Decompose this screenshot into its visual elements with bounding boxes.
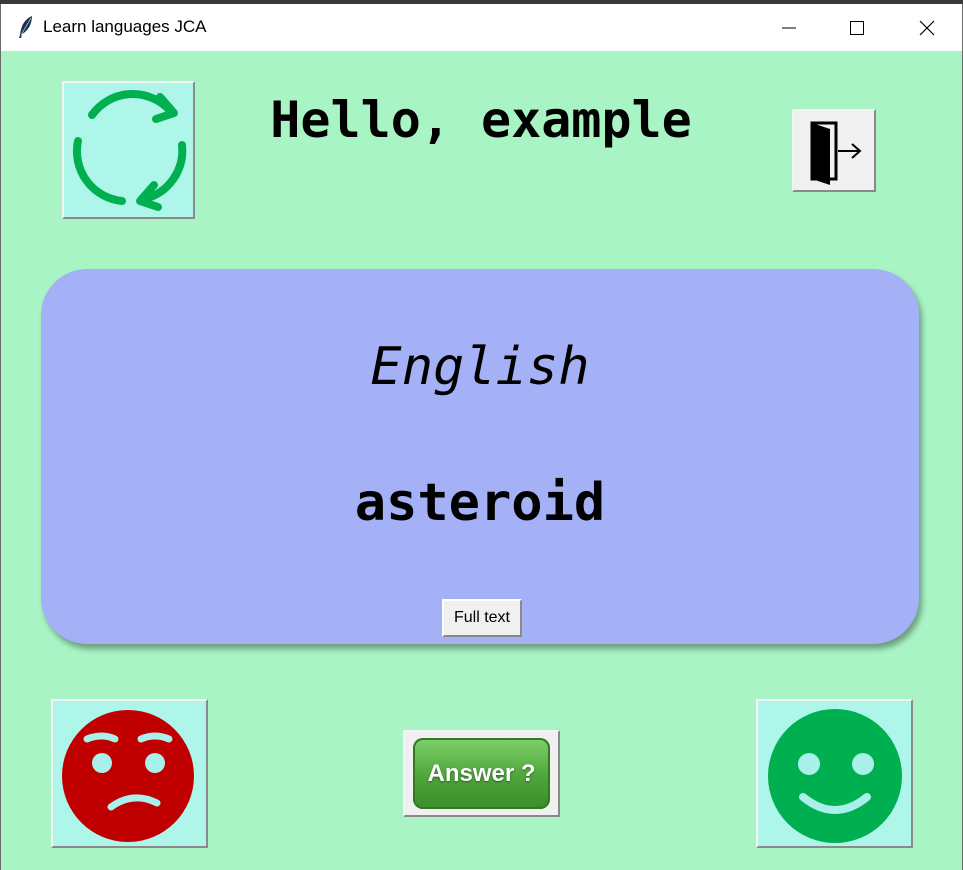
close-icon [919, 20, 935, 36]
greeting-heading: Hello, example [270, 91, 692, 149]
maximize-icon [850, 21, 864, 35]
app-window: Learn languages JCA Hello, example Engli… [0, 4, 963, 870]
exit-door-icon [810, 121, 862, 185]
title-bar[interactable]: Learn languages JCA [1, 4, 962, 51]
minimize-icon [782, 27, 796, 29]
sad-face-icon [62, 710, 194, 842]
flashcard-word: asteroid [354, 473, 606, 533]
main-area: Hello, example English asteroid Full tex… [1, 51, 962, 870]
answer-button-face: Answer ? [413, 738, 550, 809]
close-button[interactable] [899, 4, 955, 51]
minimize-button[interactable] [761, 4, 817, 51]
sad-face-button[interactable] [51, 699, 208, 848]
refresh-button[interactable] [62, 81, 195, 219]
window-title: Learn languages JCA [43, 17, 207, 36]
answer-button[interactable]: Answer ? [403, 730, 560, 817]
flashcard: English asteroid Full text [41, 269, 919, 644]
language-label: English [370, 337, 590, 397]
full-text-button[interactable]: Full text [442, 599, 522, 637]
exit-button[interactable] [792, 109, 876, 192]
answer-button-label: Answer ? [427, 759, 536, 787]
maximize-button[interactable] [829, 4, 885, 51]
refresh-cycle-icon [72, 89, 187, 211]
feather-app-icon [19, 16, 32, 38]
happy-face-button[interactable] [756, 699, 913, 848]
happy-face-icon [768, 709, 902, 843]
